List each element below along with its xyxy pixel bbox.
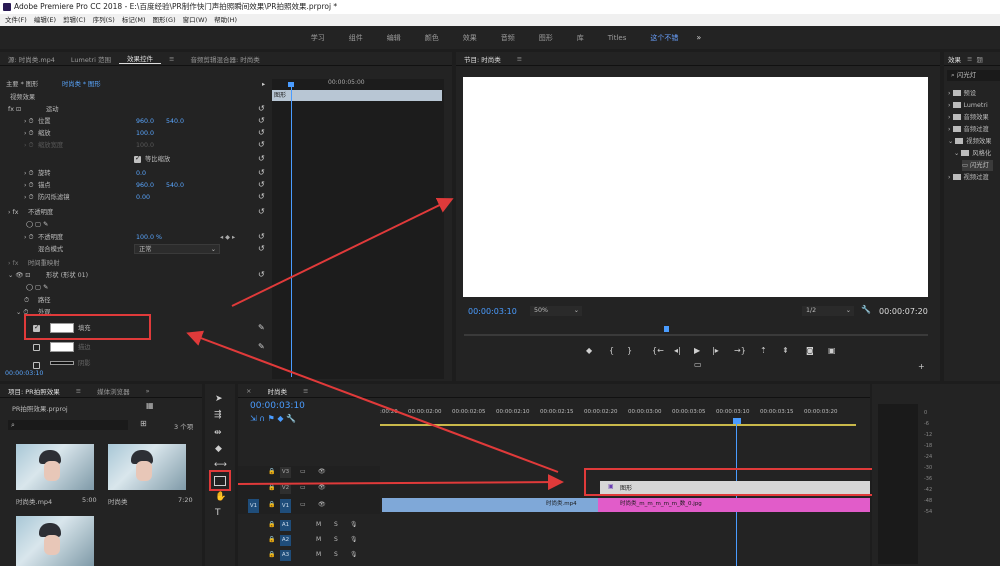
annotation-arrow bbox=[186, 330, 559, 473]
annotation-arrows bbox=[186, 198, 564, 491]
annotation-arrow bbox=[237, 474, 564, 491]
annotation-arrow bbox=[231, 198, 454, 307]
